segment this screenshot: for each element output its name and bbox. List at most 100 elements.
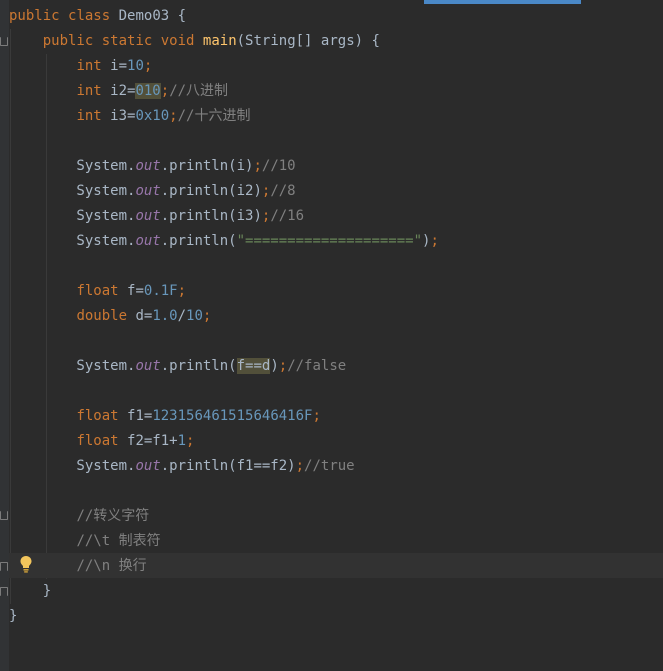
code-token: 0.1F — [143, 283, 178, 299]
code-line[interactable] — [9, 329, 439, 354]
code-line[interactable]: System.out.println(i2);//8 — [9, 179, 439, 204]
code-token: System. — [9, 183, 136, 199]
code-token: .println( — [160, 358, 237, 374]
code-token: } — [9, 608, 18, 624]
code-token: void — [160, 33, 195, 49]
code-token: f==d — [236, 358, 271, 374]
code-token: out — [135, 183, 161, 199]
code-line[interactable]: int i2=010;//八进制 — [9, 79, 439, 104]
code-token: out — [135, 458, 161, 474]
code-token: //十六进制 — [177, 108, 251, 124]
code-token: //true — [304, 458, 355, 474]
code-token: double — [76, 308, 128, 324]
code-token: int — [76, 83, 102, 99]
code-token: System. — [9, 233, 136, 249]
code-token: //八进制 — [169, 83, 229, 99]
code-line[interactable]: System.out.println("====================… — [9, 229, 439, 254]
code-line[interactable]: //\t 制表符 — [9, 529, 439, 554]
code-token: static — [101, 33, 153, 49]
code-token: //转义字符 — [76, 508, 150, 524]
code-token: ; — [160, 83, 170, 99]
code-token: (String[] args) { — [236, 33, 380, 49]
code-token: System. — [9, 208, 136, 224]
horizontal-scrollbar-thumb[interactable] — [424, 0, 581, 4]
code-token: out — [135, 158, 161, 174]
code-token: ; — [295, 458, 305, 474]
code-token: "====================" — [236, 233, 423, 249]
code-token: i3= — [101, 108, 136, 124]
code-line[interactable]: System.out.println(i3);//16 — [9, 204, 439, 229]
code-token: float — [76, 408, 119, 424]
fold-marker-icon[interactable] — [0, 562, 8, 571]
code-token: f2=f1+ — [118, 433, 178, 449]
code-line[interactable]: } — [9, 604, 439, 629]
code-line[interactable]: //\n 换行 — [9, 554, 439, 579]
code-token: //\t 制表符 — [76, 533, 161, 549]
code-token: i2= — [101, 83, 136, 99]
code-line[interactable]: int i=10; — [9, 54, 439, 79]
code-token: 0x10 — [135, 108, 170, 124]
code-token: float — [76, 283, 119, 299]
code-token: ; — [430, 233, 439, 249]
fold-marker-icon[interactable] — [0, 511, 8, 520]
code-token: //10 — [261, 158, 296, 174]
code-token: 010 — [135, 83, 161, 99]
code-line[interactable]: int i3=0x10;//十六进制 — [9, 104, 439, 129]
code-token: .println(i3) — [160, 208, 262, 224]
fold-marker-icon[interactable] — [0, 37, 8, 46]
code-token: f= — [118, 283, 144, 299]
code-token: ; — [169, 108, 178, 124]
code-line[interactable]: public class Demo03 { — [9, 4, 439, 29]
code-token: 1.0 — [152, 308, 178, 324]
code-line[interactable]: //转义字符 — [9, 504, 439, 529]
code-token: int — [76, 58, 102, 74]
code-token: .println( — [160, 233, 237, 249]
code-line[interactable]: System.out.println(i);//10 — [9, 154, 439, 179]
code-token: ; — [202, 308, 212, 324]
code-line[interactable]: float f=0.1F; — [9, 279, 439, 304]
code-line[interactable] — [9, 254, 439, 279]
code-token: .println(i) — [160, 158, 254, 174]
code-token: ; — [253, 158, 262, 174]
code-line[interactable]: public static void main(String[] args) { — [9, 29, 439, 54]
code-line[interactable]: System.out.println(f1==f2);//true — [9, 454, 439, 479]
code-line[interactable]: } — [9, 579, 439, 604]
code-token: public — [9, 8, 60, 24]
code-line[interactable]: System.out.println(f==d);//false — [9, 354, 439, 379]
fold-marker-icon[interactable] — [0, 587, 8, 596]
code-token: System. — [9, 358, 136, 374]
code-token: } — [9, 583, 52, 599]
code-token: //16 — [270, 208, 305, 224]
code-token: ; — [186, 433, 195, 449]
code-token: ; — [278, 358, 288, 374]
code-line[interactable] — [9, 479, 439, 504]
code-token: ; — [143, 58, 153, 74]
code-token: main — [202, 33, 237, 49]
code-token: / — [177, 308, 187, 324]
code-line[interactable] — [9, 129, 439, 154]
code-token: d= — [127, 308, 153, 324]
code-token: 1 — [177, 433, 187, 449]
code-token: out — [135, 208, 161, 224]
code-token: 10 — [127, 58, 144, 74]
code-editor[interactable]: public class Demo03 { public static void… — [9, 4, 439, 629]
code-token: .println(f1==f2) — [160, 458, 296, 474]
code-token: float — [76, 433, 119, 449]
code-line[interactable]: float f2=f1+1; — [9, 429, 439, 454]
code-token: public — [42, 33, 94, 49]
code-token: System. — [9, 458, 136, 474]
code-token: class — [68, 8, 111, 24]
code-line[interactable]: float f1=123156461515646416F; — [9, 404, 439, 429]
code-line[interactable]: double d=1.0/10; — [9, 304, 439, 329]
code-line[interactable] — [9, 379, 439, 404]
